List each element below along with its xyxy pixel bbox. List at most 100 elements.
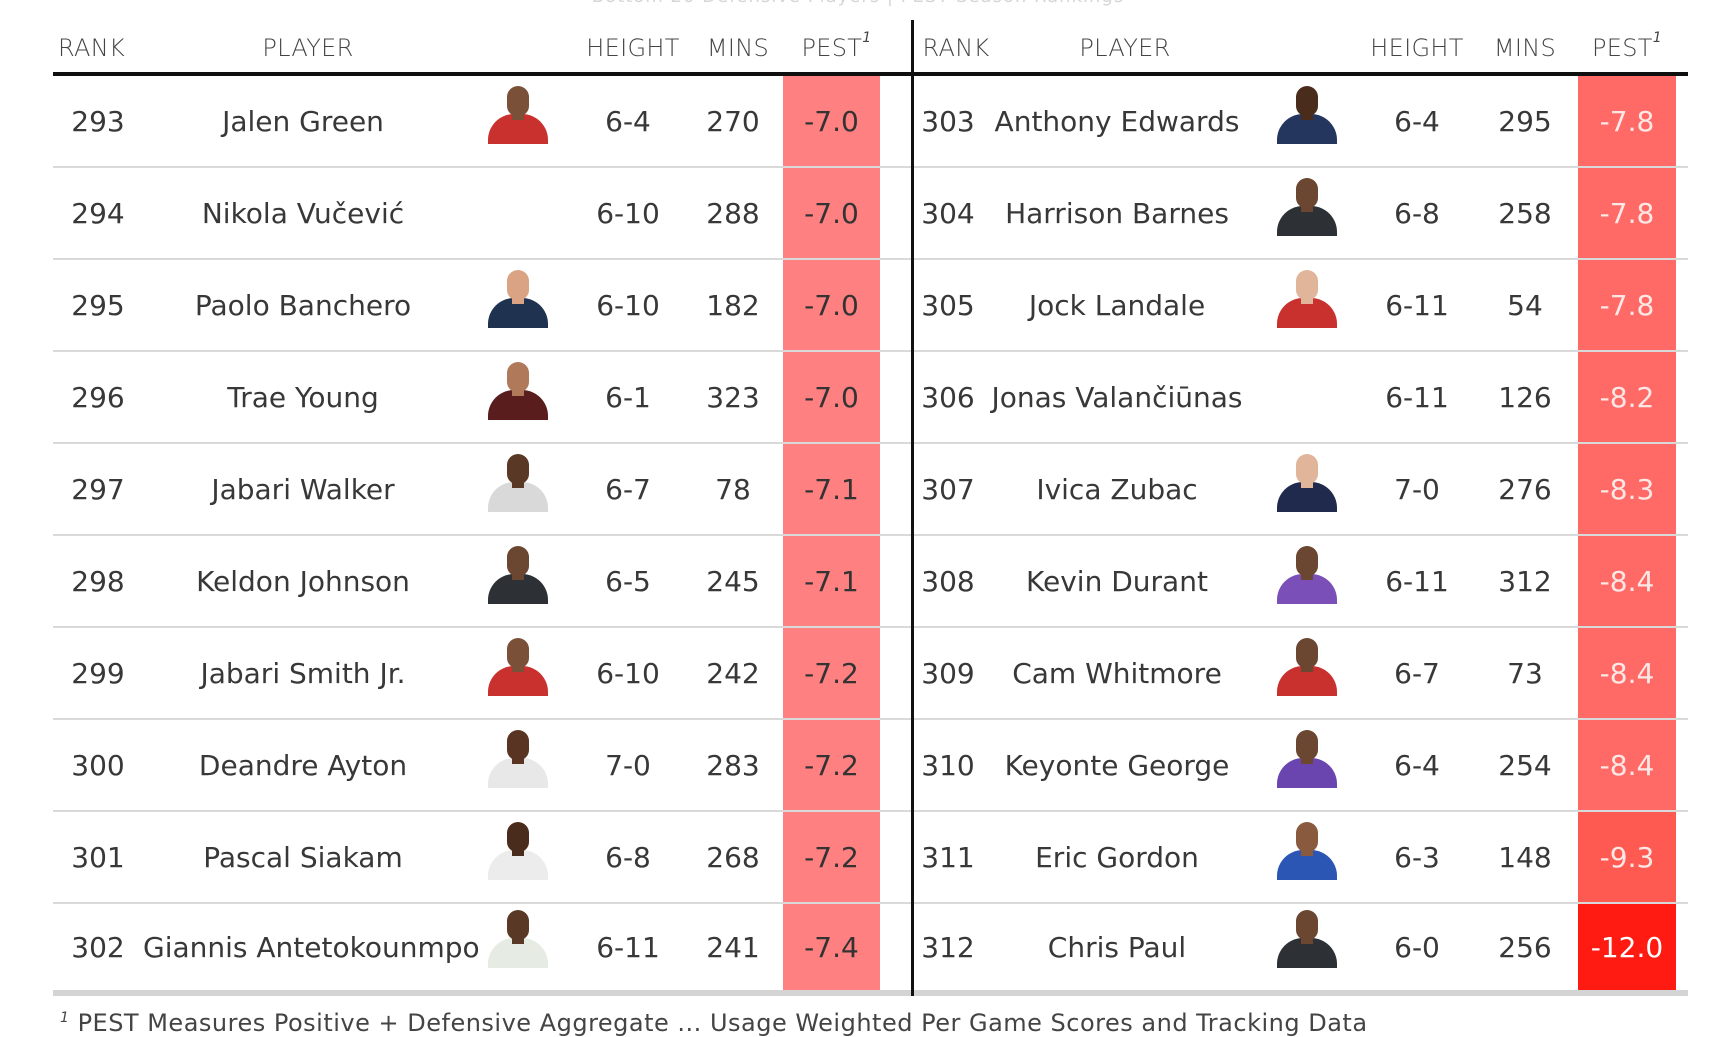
- table-row[interactable]: 304 Harrison Barnes 6-8 258 -7.8: [914, 168, 1688, 260]
- rank-cell: 305: [921, 288, 975, 322]
- head-shape: [1296, 822, 1318, 852]
- pest-cell: -9.3: [1578, 812, 1676, 902]
- table-row[interactable]: 296 Trae Young 6-1 323 -7.0: [53, 352, 911, 444]
- head-shape: [1296, 86, 1318, 116]
- col-header-height[interactable]: HEIGHT: [1362, 34, 1472, 72]
- head-shape: [507, 362, 529, 392]
- player-headshot: [488, 822, 548, 880]
- table-row[interactable]: 311 Eric Gordon 6-3 148 -9.3: [914, 812, 1688, 904]
- rank-cell: 296: [71, 380, 125, 414]
- table-row[interactable]: 308 Kevin Durant 6-11 312 -8.4: [914, 536, 1688, 628]
- player-headshot: [488, 910, 548, 968]
- rank-cell: 310: [921, 748, 975, 782]
- mins-cell: 283: [706, 748, 760, 782]
- pest-cell: -7.0: [783, 260, 880, 350]
- table-row[interactable]: 301 Pascal Siakam 6-8 268 -7.2: [53, 812, 911, 904]
- pest-cell: -7.2: [783, 812, 880, 902]
- player-name-cell[interactable]: Jabari Walker: [143, 473, 463, 506]
- table-row[interactable]: 297 Jabari Walker 6-7 78 -7.1: [53, 444, 911, 536]
- player-name-cell[interactable]: Pascal Siakam: [143, 841, 463, 874]
- table-row[interactable]: 295 Paolo Banchero 6-10 182 -7.0: [53, 260, 911, 352]
- table-row[interactable]: 309 Cam Whitmore 6-7 73 -8.4: [914, 628, 1688, 720]
- table-row[interactable]: 299 Jabari Smith Jr. 6-10 242 -7.2: [53, 628, 911, 720]
- table-row[interactable]: 307 Ivica Zubac 7-0 276 -8.3: [914, 444, 1688, 536]
- height-cell: 7-0: [605, 748, 651, 782]
- mins-cell: 288: [706, 196, 760, 230]
- pest-rankings-table: RANK PLAYER HEIGHT MINS PEST1 293 Jalen …: [53, 20, 1688, 996]
- player-name-cell[interactable]: Kevin Durant: [982, 565, 1252, 598]
- player-headshot: [488, 638, 548, 696]
- col-header-mins[interactable]: MINS: [688, 34, 788, 72]
- player-name-cell[interactable]: Paolo Banchero: [143, 289, 463, 322]
- player-name-cell[interactable]: Ivica Zubac: [982, 473, 1252, 506]
- player-photo-cell: [463, 904, 573, 990]
- pest-cell: -7.4: [783, 904, 880, 990]
- player-headshot: [488, 454, 548, 512]
- height-cell: 6-11: [1385, 564, 1449, 598]
- col-header-height[interactable]: HEIGHT: [578, 34, 688, 72]
- head-shape: [1296, 454, 1318, 484]
- title-fragment: Bottom 20 Defensive Players | PEST Seaso…: [0, 0, 1716, 7]
- pest-cell: -8.2: [1578, 352, 1676, 442]
- head-shape: [507, 270, 529, 300]
- mins-cell: 73: [1507, 656, 1543, 690]
- height-cell: 6-1: [605, 380, 651, 414]
- mins-cell: 323: [706, 380, 760, 414]
- player-name-cell[interactable]: Eric Gordon: [982, 841, 1252, 874]
- player-name-cell[interactable]: Keldon Johnson: [143, 565, 463, 598]
- pest-cell: -7.0: [783, 76, 880, 166]
- table-row[interactable]: 300 Deandre Ayton 7-0 283 -7.2: [53, 720, 911, 812]
- head-shape: [1296, 178, 1318, 208]
- rank-cell: 302: [71, 930, 125, 964]
- mins-cell: 148: [1498, 840, 1552, 874]
- col-header-photo-spacer: [468, 62, 578, 72]
- player-name-cell[interactable]: Jalen Green: [143, 105, 463, 138]
- col-header-player[interactable]: PLAYER: [998, 34, 1252, 72]
- player-headshot: [488, 270, 548, 328]
- pest-cell: -7.8: [1578, 260, 1676, 350]
- table-row[interactable]: 298 Keldon Johnson 6-5 245 -7.1: [53, 536, 911, 628]
- col-header-rank[interactable]: RANK: [53, 34, 148, 72]
- player-headshot: [1277, 86, 1337, 144]
- rank-cell: 299: [71, 656, 125, 690]
- player-headshot: [1277, 910, 1337, 968]
- col-header-rank[interactable]: RANK: [914, 34, 998, 72]
- player-photo-cell: [463, 628, 573, 718]
- player-photo-cell: [1252, 720, 1362, 810]
- pest-cell: -8.3: [1578, 444, 1676, 534]
- table-row[interactable]: 305 Jock Landale 6-11 54 -7.8: [914, 260, 1688, 352]
- rank-cell: 295: [71, 288, 125, 322]
- table-row[interactable]: 294 Nikola Vučević 6-10 288 -7.0: [53, 168, 911, 260]
- table-row[interactable]: 302 Giannis Antetokounmpo 6-11 241 -7.4: [53, 904, 911, 996]
- mins-cell: 254: [1498, 748, 1552, 782]
- player-name-cell[interactable]: Jonas Valančiūnas: [982, 381, 1252, 414]
- col-header-mins[interactable]: MINS: [1472, 34, 1578, 72]
- col-header-pest[interactable]: PEST1: [1578, 30, 1676, 72]
- player-name-cell[interactable]: Jabari Smith Jr.: [143, 657, 463, 690]
- player-name-cell[interactable]: Giannis Antetokounmpo: [143, 931, 480, 964]
- table-row[interactable]: 306 Jonas Valančiūnas 6-11 126 -8.2: [914, 352, 1688, 444]
- mins-cell: 268: [706, 840, 760, 874]
- table-row[interactable]: 310 Keyonte George 6-4 254 -8.4: [914, 720, 1688, 812]
- player-name-cell[interactable]: Jock Landale: [982, 289, 1252, 322]
- pest-cell: -7.8: [1578, 168, 1676, 258]
- rank-cell: 301: [71, 840, 125, 874]
- player-name-cell[interactable]: Harrison Barnes: [982, 197, 1252, 230]
- col-header-photo-spacer: [1252, 62, 1362, 72]
- table-row[interactable]: 293 Jalen Green 6-4 270 -7.0: [53, 76, 911, 168]
- player-name-cell[interactable]: Trae Young: [143, 381, 463, 414]
- table-row[interactable]: 312 Chris Paul 6-0 256 -12.0: [914, 904, 1688, 996]
- player-name-cell[interactable]: Deandre Ayton: [143, 749, 463, 782]
- player-name-cell[interactable]: Chris Paul: [982, 931, 1252, 964]
- rank-cell: 297: [71, 472, 125, 506]
- col-header-player[interactable]: PLAYER: [148, 34, 468, 72]
- height-cell: 6-4: [1394, 104, 1440, 138]
- player-name-cell[interactable]: Anthony Edwards: [982, 105, 1252, 138]
- player-name-cell[interactable]: Keyonte George: [982, 749, 1252, 782]
- table-row[interactable]: 303 Anthony Edwards 6-4 295 -7.8: [914, 76, 1688, 168]
- player-name-cell[interactable]: Nikola Vučević: [143, 197, 463, 230]
- pest-footnote-marker: 1: [1652, 30, 1662, 46]
- player-name-cell[interactable]: Cam Whitmore: [982, 657, 1252, 690]
- col-header-pest[interactable]: PEST1: [788, 30, 885, 72]
- footnote-text: PEST Measures Positive + Defensive Aggre…: [77, 1009, 1368, 1037]
